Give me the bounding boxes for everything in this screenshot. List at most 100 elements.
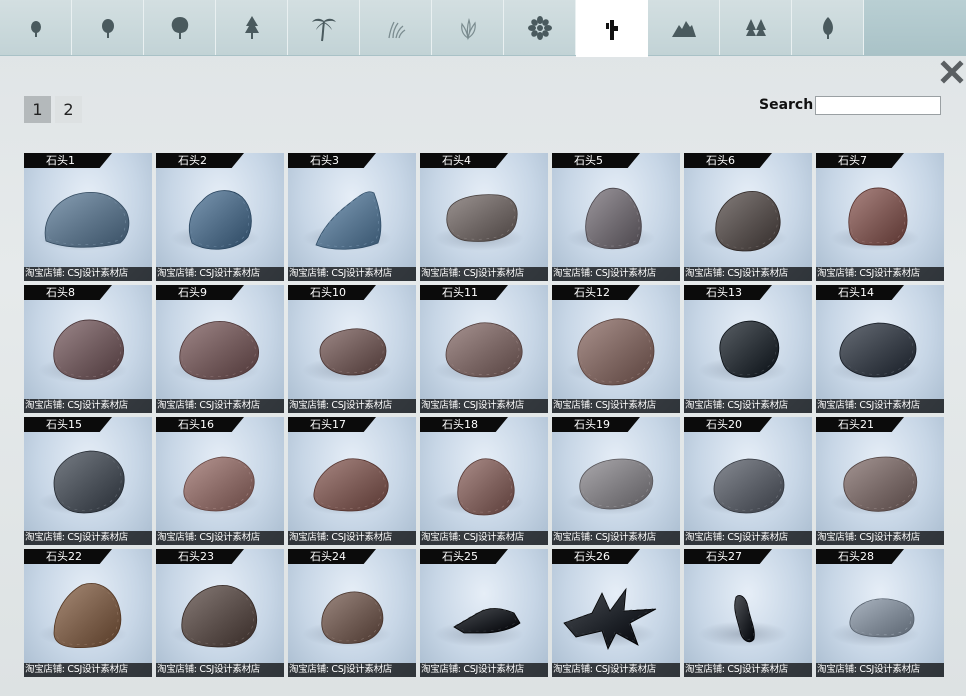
rock-thumbnail[interactable]: 石头27 淘宝店铺: CSJ设计素材店 [684,549,812,677]
tab-small-shrub[interactable] [0,0,72,55]
rock-image [585,187,642,250]
rock-image [313,458,389,512]
store-watermark: 淘宝店铺: CSJ设计素材店 [552,399,680,413]
tab-palm-tree[interactable] [288,0,360,55]
store-watermark: 淘宝店铺: CSJ设计素材店 [288,531,416,545]
rock-name-label: 石头19 [552,417,640,432]
rock-thumbnail[interactable]: 石头15 淘宝店铺: CSJ设计素材店 [24,417,152,545]
rock-name-label: 石头20 [684,417,772,432]
rock-name-label: 石头9 [156,285,244,300]
rock-image [445,322,523,378]
round-tree-icon [101,18,114,38]
store-watermark: 淘宝店铺: CSJ设计素材店 [156,399,284,413]
store-watermark: 淘宝店铺: CSJ设计素材店 [420,399,548,413]
tab-broad-tree[interactable] [144,0,216,55]
rock-name-label: 石头5 [552,153,640,168]
rock-thumbnail[interactable]: 石头10 淘宝店铺: CSJ设计素材店 [288,285,416,413]
rock-name-label: 石头12 [552,285,640,300]
store-watermark: 淘宝店铺: CSJ设计素材店 [420,267,548,281]
close-icon[interactable] [940,60,964,84]
tab-conifer[interactable] [216,0,288,55]
rock-thumbnail[interactable]: 石头26 淘宝店铺: CSJ设计素材店 [552,549,680,677]
rock-thumbnail[interactable]: 石头7 淘宝店铺: CSJ设计素材店 [816,153,944,281]
store-watermark: 淘宝店铺: CSJ设计素材店 [816,399,944,413]
page-2-button[interactable]: 2 [55,96,82,123]
rock-name-label: 石头1 [24,153,112,168]
rock-image [321,591,384,644]
rock-thumbnail[interactable]: 石头8 淘宝店铺: CSJ设计素材店 [24,285,152,413]
rock-name-label: 石头11 [420,285,508,300]
conifer-icon [244,15,259,39]
rock-thumbnail[interactable]: 石头28 淘宝店铺: CSJ设计素材店 [816,549,944,677]
rock-image [319,328,387,376]
store-watermark: 淘宝店铺: CSJ设计素材店 [552,663,680,677]
tab-leaf[interactable] [792,0,864,55]
rock-thumbnail[interactable]: 石头14 淘宝店铺: CSJ设计素材店 [816,285,944,413]
rock-thumbnail[interactable]: 石头23 淘宝店铺: CSJ设计素材店 [156,549,284,677]
store-watermark: 淘宝店铺: CSJ设计素材店 [288,663,416,677]
pagination: 1 2 [24,96,82,123]
rock-thumbnail[interactable]: 石头2 淘宝店铺: CSJ设计素材店 [156,153,284,281]
tab-rock[interactable] [576,0,648,57]
rock-image [179,321,259,380]
rock-image [848,187,908,246]
rock-thumbnail[interactable]: 石头13 淘宝店铺: CSJ设计素材店 [684,285,812,413]
tab-grass[interactable] [360,0,432,55]
rock-name-label: 石头14 [816,285,904,300]
rock-thumbnail[interactable]: 石头1 淘宝店铺: CSJ设计素材店 [24,153,152,281]
rock-thumbnail[interactable]: 石头19 淘宝店铺: CSJ设计素材店 [552,417,680,545]
mountain-icon [671,20,696,37]
rock-thumbnail[interactable]: 石头22 淘宝店铺: CSJ设计素材店 [24,549,152,677]
rock-name-label: 石头4 [420,153,508,168]
rock-name-label: 石头28 [816,549,904,564]
rock-image [446,194,518,242]
rock-thumbnail[interactable]: 石头16 淘宝店铺: CSJ设计素材店 [156,417,284,545]
rock-image [53,319,124,380]
rock-name-label: 石头6 [684,153,772,168]
store-watermark: 淘宝店铺: CSJ设计素材店 [420,663,548,677]
rock-image [839,322,917,378]
broad-tree-icon [171,16,188,39]
tab-twin-pines[interactable] [720,0,792,55]
rock-image [577,318,655,386]
rock-name-label: 石头13 [684,285,772,300]
tab-mountain[interactable] [648,0,720,55]
rock-thumbnail[interactable]: 石头18 淘宝店铺: CSJ设计素材店 [420,417,548,545]
rock-thumbnail[interactable]: 石头3 淘宝店铺: CSJ设计素材店 [288,153,416,281]
rock-thumbnail[interactable]: 石头17 淘宝店铺: CSJ设计素材店 [288,417,416,545]
rock-thumbnail[interactable]: 石头6 淘宝店铺: CSJ设计素材店 [684,153,812,281]
store-watermark: 淘宝店铺: CSJ设计素材店 [156,267,284,281]
tab-leafy-plant[interactable] [432,0,504,55]
rock-thumbnail[interactable]: 石头9 淘宝店铺: CSJ设计素材店 [156,285,284,413]
rock-thumbnail[interactable]: 石头24 淘宝店铺: CSJ设计素材店 [288,549,416,677]
rock-thumbnail[interactable]: 石头11 淘宝店铺: CSJ设计素材店 [420,285,548,413]
store-watermark: 淘宝店铺: CSJ设计素材店 [552,267,680,281]
rock-thumbnail[interactable]: 石头5 淘宝店铺: CSJ设计素材店 [552,153,680,281]
rock-image [315,191,382,250]
store-watermark: 淘宝店铺: CSJ设计素材店 [684,399,812,413]
rock-name-label: 石头7 [816,153,904,168]
rock-thumbnail[interactable]: 石头25 淘宝店铺: CSJ设计素材店 [420,549,548,677]
rock-image [457,458,515,516]
rock-name-label: 石头21 [816,417,904,432]
tab-flower[interactable] [504,0,576,55]
tab-round-tree[interactable] [72,0,144,55]
search-label: Search [759,97,814,113]
rock-image [453,608,521,634]
rock-name-label: 石头8 [24,285,112,300]
rock-thumbnail[interactable]: 石头12 淘宝店铺: CSJ设计素材店 [552,285,680,413]
store-watermark: 淘宝店铺: CSJ设计素材店 [816,267,944,281]
rock-image [53,450,125,514]
rock-thumbnail[interactable]: 石头21 淘宝店铺: CSJ设计素材店 [816,417,944,545]
rock-thumbnail[interactable]: 石头20 淘宝店铺: CSJ设计素材店 [684,417,812,545]
rock-image [183,456,255,512]
rock-thumbnail[interactable]: 石头4 淘宝店铺: CSJ设计素材店 [420,153,548,281]
rock-name-label: 石头3 [288,153,376,168]
store-watermark: 淘宝店铺: CSJ设计素材店 [288,267,416,281]
store-watermark: 淘宝店铺: CSJ设计素材店 [156,663,284,677]
rock-name-label: 石头23 [156,549,244,564]
page-1-button[interactable]: 1 [24,96,51,123]
rock-image [715,191,781,252]
search-input[interactable] [815,96,941,115]
rock-name-label: 石头10 [288,285,376,300]
